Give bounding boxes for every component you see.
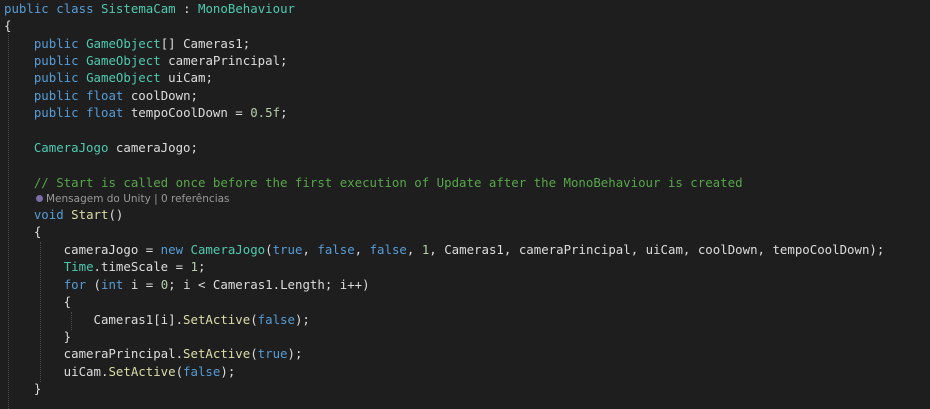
code-line: uiCam.SetActive(false);	[4, 364, 236, 379]
codelens-hint[interactable]: Mensagem do Unity | 0 referências	[36, 192, 230, 206]
code-line: {	[4, 18, 12, 33]
code-line: {	[4, 224, 42, 239]
code-line: public GameObject[] Cameras1;	[33, 36, 251, 51]
code-line: void Start()	[33, 207, 124, 222]
code-line: cameraPrincipal.SetActive(true);	[4, 346, 303, 361]
code-comment: // Start is called once before the first…	[33, 175, 743, 190]
code-line: for (int i = 0; i < Cameras1.Length; i++…	[63, 277, 370, 292]
unity-icon	[36, 195, 43, 202]
code-line: }	[4, 329, 72, 344]
code-editor[interactable]: public class SistemaCam : MonoBehaviour …	[0, 0, 930, 409]
code-line: {	[4, 294, 72, 309]
code-line: }	[4, 381, 42, 396]
code-line: Cameras1[i].SetActive(false);	[4, 312, 310, 327]
code-line: public float coolDown;	[33, 88, 198, 103]
code-line: public GameObject uiCam;	[33, 70, 213, 85]
code-line: public float tempoCoolDown = 0.5f;	[33, 105, 288, 120]
code-line: public GameObject cameraPrincipal;	[33, 53, 288, 68]
code-line: cameraJogo = new CameraJogo(true, false,…	[4, 242, 885, 257]
code-line: Time.timeScale = 1;	[63, 259, 206, 274]
code-line: public class SistemaCam : MonoBehaviour	[4, 1, 295, 16]
code-line: CameraJogo cameraJogo;	[33, 140, 198, 155]
